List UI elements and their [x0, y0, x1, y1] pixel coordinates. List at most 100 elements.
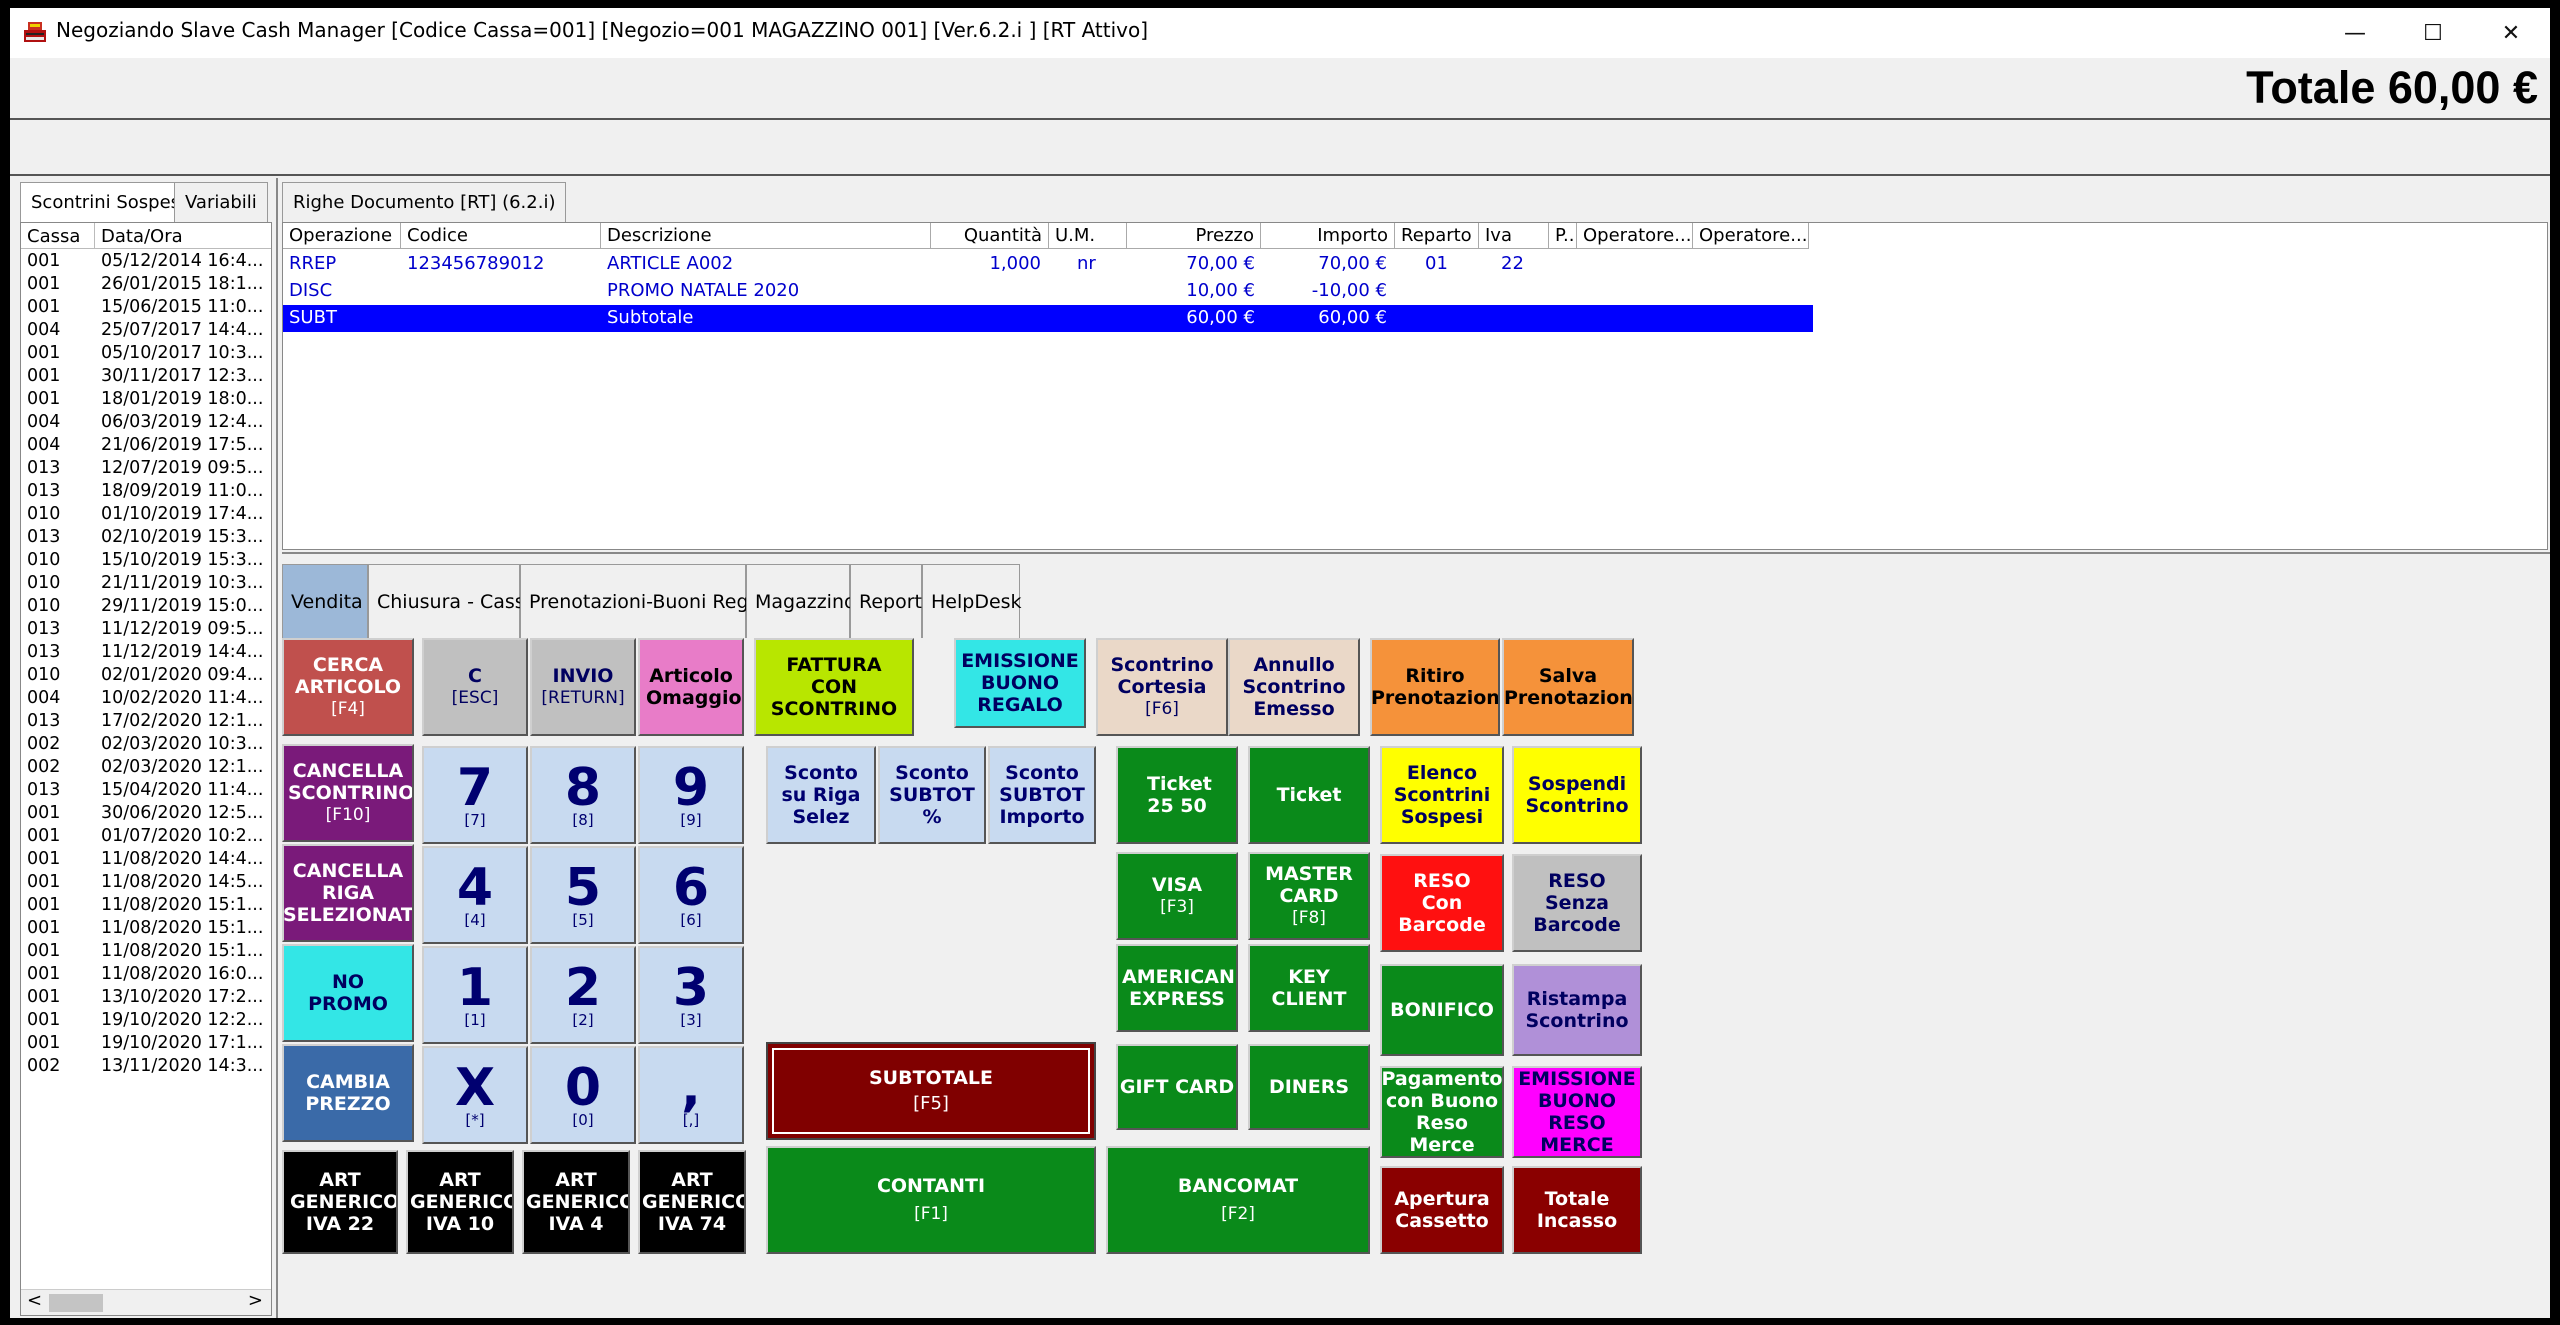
column-header-data-ora[interactable]: Data/Ora	[95, 223, 271, 249]
list-item[interactable]: 013 17/02/2020 12:1...	[21, 711, 271, 734]
numpad-key[interactable]: 1 [1]	[422, 946, 528, 1044]
pagamento-buono-reso-button[interactable]: Pagamento con Buono Reso Merce	[1380, 1066, 1504, 1158]
emissione-buono-reso-merce-button[interactable]: EMISSIONE BUONO RESO MERCE	[1512, 1066, 1642, 1158]
list-item[interactable]: 001 26/01/2015 18:1...	[21, 274, 271, 297]
numpad-key[interactable]: X [*]	[422, 1046, 528, 1144]
list-item[interactable]: 001 11/08/2020 15:1...	[21, 895, 271, 918]
numpad-key[interactable]: 2 [2]	[530, 946, 636, 1044]
cancella-riga-button[interactable]: CANCELLA RIGA SELEZIONATA	[282, 844, 414, 942]
annullo-scontrino-button[interactable]: Annullo Scontrino Emesso	[1228, 638, 1360, 736]
tab-chiusura-cassa[interactable]: Chiusura - Cassa	[368, 564, 536, 638]
column-header[interactable]: Reparto	[1395, 223, 1479, 249]
numpad-key[interactable]: 5 [5]	[530, 846, 636, 944]
column-header[interactable]: Codice	[401, 223, 601, 249]
list-item[interactable]: 004 25/07/2017 14:4...	[21, 320, 271, 343]
column-header[interactable]: U.M.	[1049, 223, 1127, 249]
mastercard-button[interactable]: MASTER CARD [F8]	[1248, 852, 1370, 940]
list-item[interactable]: 002 02/03/2020 10:3...	[21, 734, 271, 757]
cancella-scontrino-button[interactable]: CANCELLA SCONTRINO [F10]	[282, 744, 414, 842]
list-item[interactable]: 013 15/04/2020 11:4...	[21, 780, 271, 803]
art-generico-iva-10-button[interactable]: ART GENERICO IVA 10	[406, 1150, 514, 1254]
list-item[interactable]: 004 06/03/2019 12:4...	[21, 412, 271, 435]
column-header[interactable]: Operatore...	[1693, 223, 1809, 249]
list-item[interactable]: 013 11/12/2019 14:4...	[21, 642, 271, 665]
numpad-key[interactable]: 0 [0]	[530, 1046, 636, 1144]
scrollbar-thumb[interactable]	[49, 1294, 103, 1312]
list-item[interactable]: 013 18/09/2019 11:0...	[21, 481, 271, 504]
ticket-25-50-button[interactable]: Ticket 25 50	[1116, 746, 1238, 844]
tab-report[interactable]: Report	[850, 564, 922, 638]
list-item[interactable]: 001 11/08/2020 16:0...	[21, 964, 271, 987]
column-header[interactable]: Quantità	[931, 223, 1049, 249]
ritiro-prenotazione-button[interactable]: Ritiro Prenotazione	[1370, 638, 1500, 736]
list-item[interactable]: 001 13/10/2020 17:2...	[21, 987, 271, 1010]
sconto-riga-button[interactable]: Sconto su Riga Selez	[766, 746, 876, 844]
subtotale-button[interactable]: SUBTOTALE [F5]	[766, 1042, 1096, 1140]
reso-senza-barcode-button[interactable]: RESO Senza Barcode	[1512, 854, 1642, 952]
numpad-key[interactable]: , [,]	[638, 1046, 744, 1144]
list-item[interactable]: 001 01/07/2020 10:2...	[21, 826, 271, 849]
salva-prenotazione-button[interactable]: Salva Prenotazione	[1502, 638, 1634, 736]
panel-divider[interactable]	[276, 178, 278, 1318]
column-header[interactable]: P..	[1549, 223, 1577, 249]
sospendi-scontrino-button[interactable]: Sospendi Scontrino	[1512, 746, 1642, 844]
tab-vendita[interactable]: Vendita	[282, 564, 368, 638]
american-express-button[interactable]: AMERICAN EXPRESS	[1116, 944, 1238, 1032]
list-item[interactable]: 001 19/10/2020 17:1...	[21, 1033, 271, 1056]
emissione-buono-regalo-button[interactable]: EMISSIONE BUONO REGALO	[954, 638, 1086, 728]
column-header[interactable]: Prezzo	[1127, 223, 1261, 249]
list-item[interactable]: 001 11/08/2020 14:5...	[21, 872, 271, 895]
list-item[interactable]: 001 30/11/2017 12:3...	[21, 366, 271, 389]
list-item[interactable]: 001 18/01/2019 18:0...	[21, 389, 271, 412]
totale-incasso-button[interactable]: Totale Incasso	[1512, 1166, 1642, 1254]
list-item[interactable]: 013 11/12/2019 09:5...	[21, 619, 271, 642]
maximize-button[interactable]: ☐	[2394, 8, 2472, 58]
tab-prenotazioni-buoni-regalo[interactable]: Prenotazioni-Buoni Regalo	[520, 564, 777, 638]
tab-helpdesk[interactable]: HelpDesk	[922, 564, 1022, 638]
column-header[interactable]: Iva	[1479, 223, 1549, 249]
list-item[interactable]: 010 21/11/2019 10:3...	[21, 573, 271, 596]
elenco-scontrini-sospesi-button[interactable]: Elenco Scontrini Sospesi	[1380, 746, 1504, 844]
cerca-articolo-button[interactable]: CERCA ARTICOLO [F4]	[282, 638, 414, 736]
bonifico-button[interactable]: BONIFICO	[1380, 964, 1504, 1056]
numpad-key[interactable]: 3 [3]	[638, 946, 744, 1044]
list-item[interactable]: 001 15/06/2015 11:0...	[21, 297, 271, 320]
column-header[interactable]: Operatore...	[1577, 223, 1693, 249]
table-row[interactable]: SUBT Subtotale 60,00 € 60,00 €	[283, 305, 1813, 332]
tab-scontrini-sospesi[interactable]: Scontrini Sospesi	[20, 182, 197, 222]
invio-button[interactable]: INVIO [RETURN]	[530, 638, 636, 736]
ticket-button[interactable]: Ticket	[1248, 746, 1370, 844]
list-item[interactable]: 001 05/10/2017 10:3...	[21, 343, 271, 366]
scroll-right-icon[interactable]: >	[248, 1290, 263, 1311]
column-header[interactable]: Operazione	[283, 223, 401, 249]
column-header-cassa[interactable]: Cassa	[21, 223, 95, 249]
tab-righe-documento[interactable]: Righe Documento [RT] (6.2.i)	[282, 182, 567, 222]
list-item[interactable]: 002 02/03/2020 12:1...	[21, 757, 271, 780]
column-header[interactable]: Importo	[1261, 223, 1395, 249]
gift-card-button[interactable]: GIFT CARD	[1116, 1044, 1238, 1130]
visa-button[interactable]: VISA [F3]	[1116, 852, 1238, 940]
numpad-key[interactable]: 7 [7]	[422, 746, 528, 844]
list-item[interactable]: 004 10/02/2020 11:4...	[21, 688, 271, 711]
numpad-key[interactable]: 8 [8]	[530, 746, 636, 844]
bancomat-button[interactable]: BANCOMAT [F2]	[1106, 1146, 1370, 1254]
tab-variabili[interactable]: Variabili	[174, 182, 268, 222]
fattura-con-scontrino-button[interactable]: FATTURA CON SCONTRINO	[754, 638, 914, 736]
list-item[interactable]: 001 19/10/2020 12:2...	[21, 1010, 271, 1033]
clear-button[interactable]: C [ESC]	[422, 638, 528, 736]
list-item[interactable]: 010 02/01/2020 09:4...	[21, 665, 271, 688]
scontrino-cortesia-button[interactable]: Scontrino Cortesia [F6]	[1096, 638, 1228, 736]
numpad-key[interactable]: 6 [6]	[638, 846, 744, 944]
no-promo-button[interactable]: NO PROMO	[282, 944, 414, 1042]
art-generico-iva-22-button[interactable]: ART GENERICO IVA 22	[282, 1150, 398, 1254]
list-item[interactable]: 001 11/08/2020 15:1...	[21, 918, 271, 941]
contanti-button[interactable]: CONTANTI [F1]	[766, 1146, 1096, 1254]
art-generico-iva-74-button[interactable]: ART GENERICO IVA 74	[638, 1150, 746, 1254]
list-item[interactable]: 010 01/10/2019 17:4...	[21, 504, 271, 527]
list-item[interactable]: 010 29/11/2019 15:0...	[21, 596, 271, 619]
list-item[interactable]: 013 12/07/2019 09:5...	[21, 458, 271, 481]
key-client-button[interactable]: KEY CLIENT	[1248, 944, 1370, 1032]
column-header[interactable]: Descrizione	[601, 223, 931, 249]
cambia-prezzo-button[interactable]: CAMBIA PREZZO	[282, 1044, 414, 1142]
list-item[interactable]: 001 11/08/2020 14:4...	[21, 849, 271, 872]
